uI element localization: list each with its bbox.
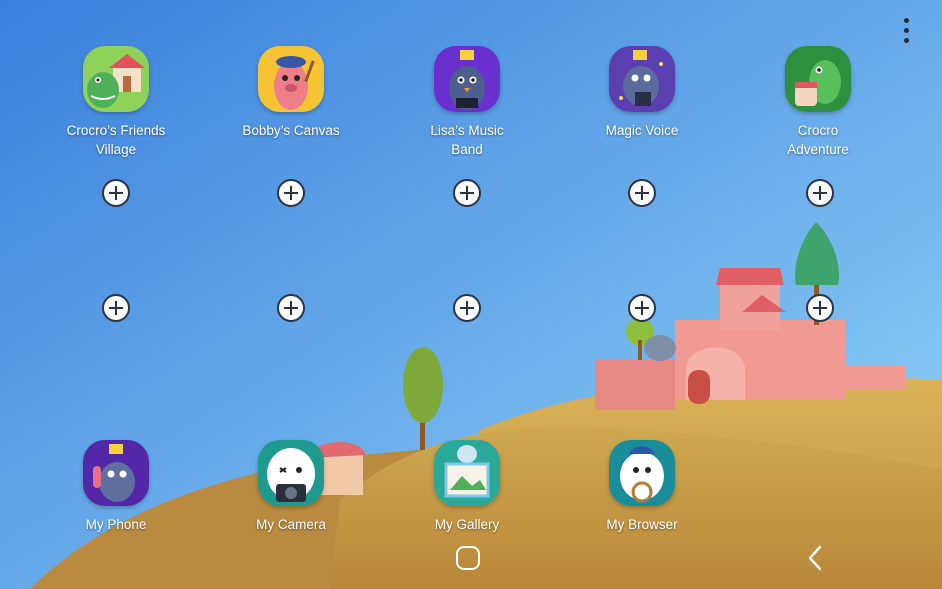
kids-home-screen: Crocro’s Friends Village Bobby’s Canvas (0, 0, 942, 589)
browser-icon (609, 440, 675, 506)
app-my-browser[interactable]: My Browser (567, 440, 717, 534)
crocro-friends-village-icon (83, 46, 149, 112)
app-label: Bobby’s Canvas (242, 123, 340, 138)
home-button[interactable] (456, 546, 480, 570)
app-my-camera[interactable]: My Camera (216, 440, 366, 534)
app-label: Crocro’s Friends Village (66, 123, 166, 157)
phone-icon (83, 440, 149, 506)
more-vert-icon (903, 17, 909, 23)
lisas-music-band-icon (434, 46, 500, 112)
add-app-button[interactable] (628, 179, 656, 207)
add-app-button[interactable] (806, 179, 834, 207)
app-label: My Gallery (434, 517, 500, 532)
add-app-button[interactable] (102, 179, 130, 207)
app-lisas-music-band[interactable]: Lisa’s Music Band (392, 46, 542, 159)
back-icon (808, 545, 822, 571)
add-app-button[interactable] (277, 294, 305, 322)
app-label: My Browser (606, 517, 678, 532)
add-app-button[interactable] (628, 294, 656, 322)
app-crocro-adventure[interactable]: Crocro Adventure (743, 46, 893, 159)
app-label: Crocro Adventure (787, 123, 849, 157)
app-bobbys-canvas[interactable]: Bobby’s Canvas (216, 46, 366, 140)
add-app-button[interactable] (806, 294, 834, 322)
add-app-button[interactable] (453, 179, 481, 207)
add-app-button[interactable] (277, 179, 305, 207)
gallery-icon (434, 440, 500, 506)
app-label: Lisa’s Music Band (430, 123, 504, 157)
app-magic-voice[interactable]: Magic Voice (567, 46, 717, 140)
app-crocro-friends-village[interactable]: Crocro’s Friends Village (41, 46, 191, 159)
camera-icon (258, 440, 324, 506)
add-app-button[interactable] (453, 294, 481, 322)
add-app-button[interactable] (102, 294, 130, 322)
app-label: Magic Voice (605, 123, 679, 138)
back-button[interactable] (804, 544, 826, 572)
bobbys-canvas-icon (258, 46, 324, 112)
app-my-gallery[interactable]: My Gallery (392, 440, 542, 534)
more-options-button[interactable] (892, 14, 920, 46)
crocro-adventure-icon (785, 46, 851, 112)
magic-voice-icon (609, 46, 675, 112)
app-label: My Camera (256, 517, 326, 532)
app-my-phone[interactable]: My Phone (41, 440, 191, 534)
app-label: My Phone (85, 517, 147, 532)
